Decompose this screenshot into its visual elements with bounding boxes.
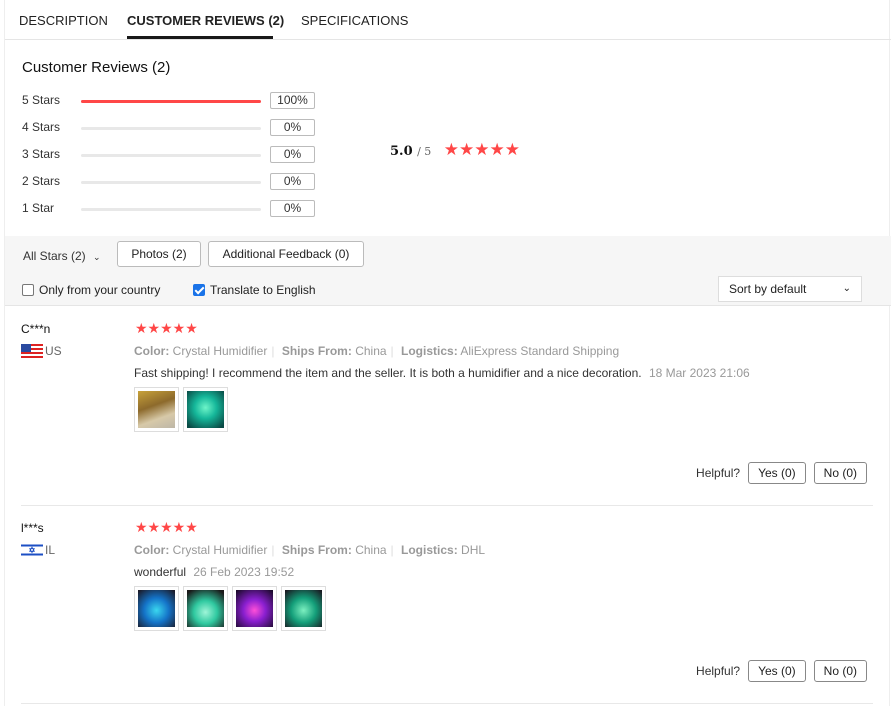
translate-label: Translate to English: [210, 283, 316, 297]
rating-label: 2 Stars: [22, 174, 61, 188]
review-photo-thumbnail[interactable]: [281, 586, 326, 631]
rating-percent: 0%: [270, 119, 315, 136]
country-code: IL: [45, 543, 56, 557]
review-photos: [134, 586, 326, 631]
review-stars-icon: ★★★★★: [135, 519, 198, 535]
rating-label: 4 Stars: [22, 120, 61, 134]
rating-percent: 100%: [270, 92, 315, 109]
rating-bar-track: [81, 100, 261, 103]
review-body: wonderful: [134, 565, 187, 579]
review-meta: Color: Crystal Humidifier | Ships From: C…: [134, 344, 620, 358]
all-stars-dropdown[interactable]: All Stars (2) ⌄: [23, 249, 101, 263]
photos-filter-button[interactable]: Photos (2): [117, 241, 201, 267]
country-code: US: [45, 344, 62, 358]
reviews-title: Customer Reviews (2): [22, 59, 171, 76]
color-label: Color:: [134, 543, 170, 557]
review-photos: [134, 387, 228, 432]
il-flag-icon: [21, 543, 43, 557]
rating-label: 1 Star: [22, 201, 55, 215]
rating-label: 5 Stars: [22, 93, 61, 107]
logistics-label: Logistics:: [401, 344, 458, 358]
color-label: Color:: [134, 344, 170, 358]
review-item: l***s IL ★★★★★ Color: Crystal Humidifier…: [5, 519, 891, 701]
rating-label: 3 Stars: [22, 147, 61, 161]
review-stars-icon: ★★★★★: [135, 320, 198, 336]
rating-bar-track: [81, 208, 261, 211]
sort-label: Sort by default: [729, 282, 807, 296]
average-rating: 5.0 / 5 ★★★★★: [390, 140, 520, 160]
helpful-label: Helpful?: [696, 664, 741, 678]
rating-bar-track: [81, 154, 261, 157]
review-date: 26 Feb 2023 19:52: [193, 565, 295, 579]
ships-from-label: Ships From:: [281, 344, 352, 358]
rating-bar-track: [81, 127, 261, 130]
active-tab-indicator: [127, 36, 273, 39]
review-photo-thumbnail[interactable]: [232, 586, 277, 631]
tab-bar: DESCRIPTION CUSTOMER REVIEWS (2) SPECIFI…: [5, 0, 891, 40]
rating-row-4[interactable]: 4 Stars 0%: [22, 119, 322, 137]
review-filter-bar: All Stars (2) ⌄ Photos (2) Additional Fe…: [5, 236, 891, 306]
review-username: C***n: [21, 322, 51, 336]
helpful-controls: Helpful? Yes (0) No (0): [696, 660, 867, 682]
review-divider: [21, 703, 873, 704]
rating-bar-fill: [81, 100, 261, 103]
logistics-value: DHL: [461, 543, 486, 557]
average-score: 5.0: [390, 144, 413, 159]
review-country: US: [21, 344, 62, 358]
checkbox-unchecked-icon[interactable]: [22, 284, 34, 296]
ships-from-label: Ships From:: [281, 543, 352, 557]
rating-percent: 0%: [270, 146, 315, 163]
average-stars-icon: ★★★★★: [443, 140, 520, 159]
all-stars-label: All Stars (2): [23, 249, 86, 263]
only-country-label: Only from your country: [39, 283, 161, 297]
helpful-yes-button[interactable]: Yes (0): [748, 462, 806, 484]
rating-row-1[interactable]: 1 Star 0%: [22, 200, 322, 218]
color-value: Crystal Humidifier: [172, 344, 268, 358]
review-text: wonderful 26 Feb 2023 19:52: [134, 565, 294, 579]
review-photo-thumbnail[interactable]: [134, 586, 179, 631]
rating-bar-track: [81, 181, 261, 184]
logistics-value: AliExpress Standard Shipping: [460, 344, 620, 358]
review-body: Fast shipping! I recommend the item and …: [134, 366, 642, 380]
checkbox-checked-icon[interactable]: [193, 284, 205, 296]
sort-dropdown[interactable]: Sort by default ⌄: [718, 276, 862, 302]
rating-row-5[interactable]: 5 Stars 100%: [22, 92, 322, 110]
ships-from-value: China: [355, 543, 387, 557]
review-meta: Color: Crystal Humidifier | Ships From: C…: [134, 543, 486, 557]
rating-row-3[interactable]: 3 Stars 0%: [22, 146, 322, 164]
us-flag-icon: [21, 344, 43, 358]
review-country: IL: [21, 543, 55, 557]
helpful-no-button[interactable]: No (0): [813, 660, 867, 682]
review-photo-thumbnail[interactable]: [183, 586, 228, 631]
product-detail-panel: DESCRIPTION CUSTOMER REVIEWS (2) SPECIFI…: [4, 0, 891, 706]
tab-customer-reviews[interactable]: CUSTOMER REVIEWS (2): [127, 13, 284, 28]
ships-from-value: China: [355, 344, 387, 358]
review-divider: [21, 505, 873, 506]
rating-row-2[interactable]: 2 Stars 0%: [22, 173, 322, 191]
tab-description[interactable]: DESCRIPTION: [19, 13, 108, 28]
rating-percent: 0%: [270, 173, 315, 190]
rating-percent: 0%: [270, 200, 315, 217]
review-username: l***s: [21, 521, 44, 535]
logistics-label: Logistics:: [401, 543, 458, 557]
helpful-no-button[interactable]: No (0): [813, 462, 867, 484]
additional-feedback-button[interactable]: Additional Feedback (0): [208, 241, 364, 267]
chevron-down-icon: ⌄: [93, 252, 101, 262]
review-date: 18 Mar 2023 21:06: [648, 366, 750, 380]
chevron-down-icon: ⌄: [842, 283, 851, 294]
color-value: Crystal Humidifier: [172, 543, 268, 557]
helpful-label: Helpful?: [696, 466, 741, 480]
only-country-checkbox[interactable]: Only from your country: [22, 283, 160, 297]
average-out-of: / 5: [417, 145, 432, 158]
tab-specifications[interactable]: SPECIFICATIONS: [301, 13, 408, 28]
review-item: C***n US ★★★★★ Color: Crystal Humidifier…: [5, 320, 891, 502]
helpful-yes-button[interactable]: Yes (0): [748, 660, 806, 682]
review-text: Fast shipping! I recommend the item and …: [134, 366, 750, 380]
review-photo-thumbnail[interactable]: [134, 387, 179, 432]
translate-checkbox[interactable]: Translate to English: [193, 283, 316, 297]
review-photo-thumbnail[interactable]: [183, 387, 228, 432]
helpful-controls: Helpful? Yes (0) No (0): [696, 462, 867, 484]
